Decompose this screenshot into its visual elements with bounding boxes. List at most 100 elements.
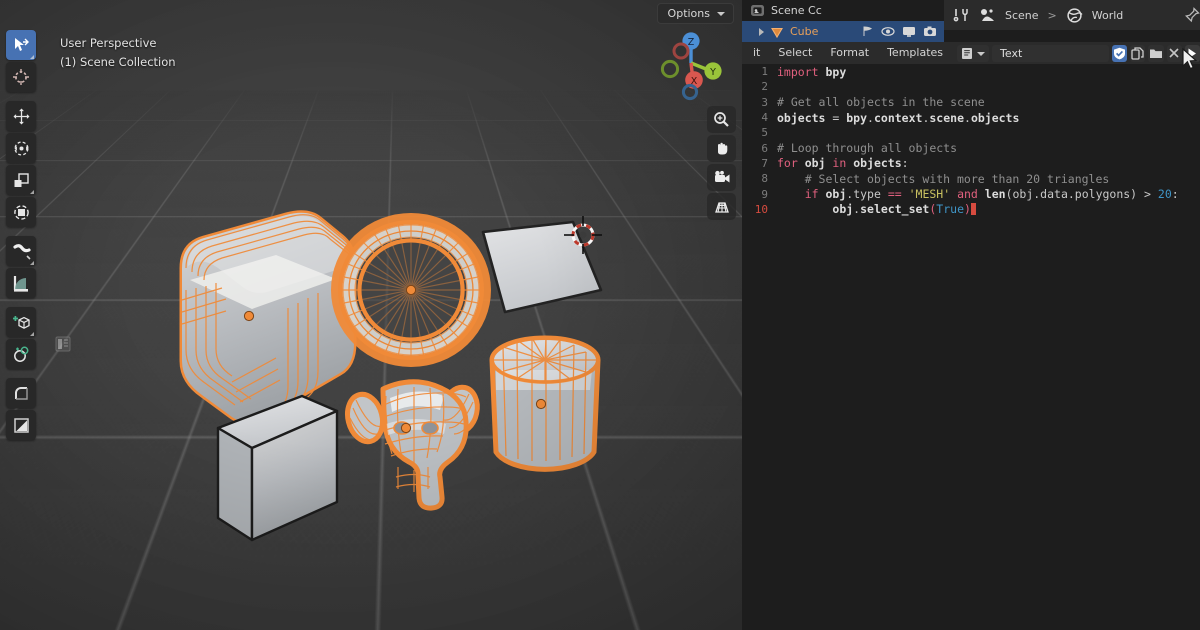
object-torus[interactable] — [331, 213, 491, 367]
properties-header[interactable]: Scene > World — [944, 0, 1200, 30]
code-line[interactable]: 7 for obj in objects: — [742, 156, 1200, 171]
pin-icon[interactable] — [1184, 7, 1200, 23]
tool-measure[interactable] — [6, 268, 36, 298]
breadcrumb-scene[interactable]: Scene — [1005, 9, 1039, 22]
viewport-perspective-label: User Perspective — [60, 36, 157, 50]
viewport-side-controls[interactable] — [707, 106, 737, 220]
code-line[interactable]: 9 if obj.type == 'MESH' and len(obj.data… — [742, 186, 1200, 201]
code-line[interactable]: 6 # Loop through all objects — [742, 140, 1200, 155]
code-line[interactable]: 3 # Get all objects in the scene — [742, 95, 1200, 110]
gizmo-z-label: Z — [688, 37, 695, 48]
bevel-icon — [14, 386, 28, 400]
rotate-icon — [13, 140, 29, 156]
code-line[interactable]: 1 import bpy — [742, 64, 1200, 79]
outliner-row-scene-collection[interactable]: Scene Cc — [742, 0, 944, 21]
options-label: Options — [667, 7, 710, 20]
code-line[interactable]: 5 — [742, 125, 1200, 140]
tool-transform[interactable] — [6, 197, 36, 227]
tool-icon[interactable] — [952, 6, 970, 24]
pan-hand-icon[interactable] — [707, 135, 736, 162]
line-number: 8 — [761, 172, 768, 186]
camera-icon — [924, 26, 936, 36]
line-number: 4 — [761, 111, 768, 125]
object-cylinder[interactable] — [489, 335, 601, 472]
mouse-cursor — [1182, 48, 1198, 70]
viewport-gizmo-option-icon[interactable] — [53, 334, 73, 354]
zoom-icon[interactable] — [707, 106, 736, 133]
measure-ruler-icon — [13, 275, 28, 292]
screen-icon — [903, 27, 915, 37]
text-editor-header[interactable]: it Select Format Templates Text — [742, 42, 1200, 64]
code-area[interactable]: 1 import bpy 2 3 # Get all objects in the sc… — [742, 64, 1200, 630]
viewport-navigation-gizmo[interactable]: Z Y X — [650, 22, 732, 104]
line-number: 9 — [761, 187, 768, 201]
knife-icon — [13, 417, 29, 433]
code-line[interactable]: 8 # Select objects with more than 20 tri… — [742, 171, 1200, 186]
breadcrumb-world[interactable]: World — [1092, 9, 1124, 22]
unlink-text-button[interactable] — [1166, 44, 1182, 62]
code-line[interactable]: 4 objects = bpy.context.scene.objects — [742, 110, 1200, 125]
filter-icon — [863, 26, 873, 36]
menu-format[interactable]: Format — [821, 42, 878, 64]
text-datablock-name[interactable]: Text — [992, 44, 1109, 62]
shield-icon — [1114, 47, 1126, 59]
tool-bevel[interactable] — [6, 378, 36, 408]
code-line-text: for obj in objects: — [777, 156, 909, 171]
outliner-label-cube: Cube — [790, 25, 819, 38]
text-datablock-icon — [962, 47, 973, 59]
code-line[interactable]: 10 obj.select_set(True) — [742, 202, 1200, 217]
code-line-text: # Select objects with more than 20 trian… — [777, 171, 1110, 186]
menu-templates[interactable]: Templates — [878, 42, 952, 64]
line-number: 6 — [761, 141, 768, 155]
outliner-row-icons[interactable] — [861, 25, 944, 38]
menu-select[interactable]: Select — [769, 42, 821, 64]
object-bevelled-cube[interactable] — [179, 210, 358, 425]
grid-perspective-icon[interactable] — [707, 193, 736, 220]
mesh-data-icon — [771, 27, 783, 38]
blender-window: User Perspective (1) Scene Collection Op… — [0, 0, 1200, 630]
code-line-text: # Loop through all objects — [777, 141, 958, 156]
close-x-icon — [1169, 48, 1179, 58]
camera-icon[interactable] — [707, 164, 736, 191]
register-script-toggle[interactable] — [1111, 44, 1128, 62]
extrude-region-icon — [13, 346, 28, 362]
gizmo-y-label: Y — [709, 67, 716, 78]
scene-collection-icon — [751, 5, 764, 16]
tool-tweak-select-box[interactable] — [6, 30, 36, 60]
text-editor-panel[interactable]: it Select Format Templates Text 1 import… — [742, 42, 1200, 630]
open-text-button[interactable] — [1148, 44, 1164, 62]
tool-extrude-region[interactable] — [6, 339, 36, 369]
object-suzanne-monkey[interactable] — [343, 379, 482, 511]
eye-icon — [881, 27, 895, 36]
outliner-label-scene-collection: Scene Cc — [771, 4, 822, 17]
code-line-text: obj.select_set(True) — [777, 202, 976, 216]
select-box-cursor-icon — [15, 38, 29, 51]
code-line-text: # Get all objects in the scene — [777, 95, 985, 110]
code-line-text: import bpy — [777, 64, 847, 79]
expand-triangle-icon[interactable] — [759, 27, 764, 36]
code-line[interactable]: 2 — [742, 79, 1200, 94]
tool-cursor[interactable] — [6, 62, 36, 92]
options-dropdown[interactable]: Options — [656, 3, 734, 24]
add-cube-icon — [12, 315, 30, 329]
tool-rotate[interactable] — [6, 133, 36, 163]
line-number: 2 — [761, 80, 768, 94]
transform-icon — [13, 204, 29, 220]
tool-move[interactable] — [6, 101, 36, 131]
3d-viewport[interactable]: User Perspective (1) Scene Collection Op… — [0, 0, 742, 630]
folder-icon — [1149, 49, 1162, 58]
outliner-panel[interactable]: Scene Cc Cube — [742, 0, 944, 42]
viewport-info-overlay: User Perspective (1) Scene Collection — [60, 34, 176, 72]
tool-knife[interactable] — [6, 410, 36, 440]
tool-scale[interactable] — [6, 165, 36, 195]
code-line-text: objects = bpy.context.scene.objects — [777, 110, 1020, 125]
tool-add-cube[interactable] — [6, 307, 36, 337]
new-text-button[interactable] — [1130, 44, 1146, 62]
scene-objects[interactable] — [0, 0, 742, 630]
line-number: 7 — [761, 156, 768, 170]
text-datablock-selector[interactable] — [957, 44, 990, 62]
menu-edit[interactable]: it — [744, 42, 769, 64]
tool-annotate[interactable] — [6, 236, 36, 266]
outliner-row-cube[interactable]: Cube — [742, 21, 944, 42]
viewport-toolbar[interactable] — [6, 30, 36, 447]
